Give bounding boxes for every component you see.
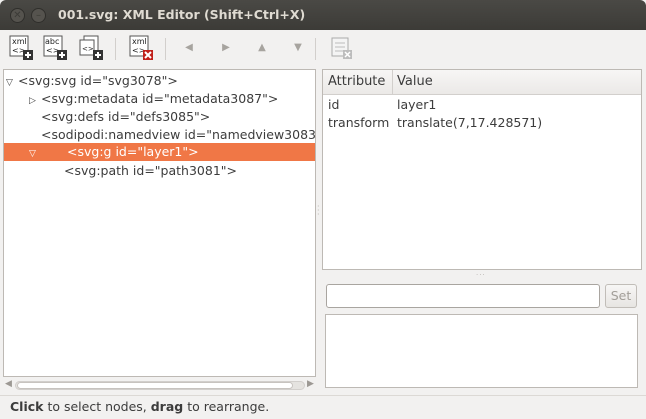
column-divider <box>392 70 393 94</box>
tree-node-label: <svg:defs id="defs3085"> <box>41 109 211 124</box>
new-element-node-icon: xml <> <box>9 35 33 60</box>
svg-text:xml: xml <box>12 37 27 46</box>
attribute-name: transform <box>328 115 390 130</box>
svg-text:<>: <> <box>82 45 94 53</box>
indent-arrow-icon[interactable]: ▶ <box>218 40 234 56</box>
attribute-value: layer1 <box>397 97 437 112</box>
attribute-name: id <box>328 97 340 112</box>
tree-node-metadata[interactable]: ▷ <svg:metadata id="metadata3087"> <box>29 90 278 108</box>
tree-node-svg[interactable]: ▽ <svg:svg id="svg3078"> <box>6 72 178 90</box>
window-title: 001.svg: XML Editor (Shift+Ctrl+X) <box>58 7 306 22</box>
scrollbar-track[interactable] <box>15 381 305 390</box>
duplicate-node-icon: <> <box>79 35 103 60</box>
attribute-value: translate(7,17.428571) <box>397 115 543 130</box>
toolbar: xml <> abc <> <> xml <> ◀ ▶ ▲ ▼ <box>0 30 646 68</box>
tree-node-path[interactable]: <svg:path id="path3081"> <box>64 162 237 180</box>
new-text-node-button[interactable]: abc <> <box>42 35 70 63</box>
scrollbar-thumb[interactable] <box>17 382 293 389</box>
tree-node-label: <svg:svg id="svg3078"> <box>18 73 178 88</box>
delete-attribute-icon <box>331 37 352 59</box>
new-element-node-button[interactable]: xml <> <box>8 35 36 63</box>
attribute-row[interactable]: id layer1 <box>323 96 641 114</box>
value-column-header[interactable]: Value <box>397 74 433 89</box>
expander-expanded-icon[interactable]: ▽ <box>6 74 18 92</box>
attributes-table[interactable]: Attribute Value id layer1 transform tran… <box>322 69 642 270</box>
xml-node-tree[interactable]: ▽ <svg:svg id="svg3078"> ▷ <svg:metadata i… <box>3 69 316 377</box>
scroll-left-icon[interactable]: ◀ <box>5 379 12 389</box>
attributes-table-header: Attribute Value <box>323 70 641 95</box>
tree-node-layer1[interactable]: ▽ <svg:g id="layer1"> <box>4 143 315 161</box>
toolbar-separator <box>315 38 316 60</box>
pane-resize-handle[interactable]: ··· <box>476 271 490 279</box>
scroll-right-icon[interactable]: ▶ <box>307 379 314 389</box>
tree-node-label: <svg:path id="path3081"> <box>64 163 238 178</box>
status-bar: Click to select nodes, drag to rearrange… <box>0 395 646 419</box>
delete-node-icon: xml <> <box>129 35 153 60</box>
attribute-value-textarea[interactable] <box>325 314 638 388</box>
close-window-icon[interactable]: ✕ <box>10 8 25 23</box>
attribute-row[interactable]: transform translate(7,17.428571) <box>323 114 641 132</box>
set-button[interactable]: Set <box>605 284 637 308</box>
tree-node-label: <svg:g id="layer1"> <box>67 144 199 159</box>
lower-arrow-icon[interactable]: ▼ <box>290 40 306 56</box>
tree-node-namedview[interactable]: <sodipodi:namedview id="namedview3083 <box>41 126 316 144</box>
tree-node-label: <svg:metadata id="metadata3087"> <box>41 91 279 106</box>
title-bar: ✕ – 001.svg: XML Editor (Shift+Ctrl+X) <box>0 0 646 30</box>
duplicate-node-button[interactable]: <> <box>78 35 106 63</box>
expander-collapsed-icon[interactable]: ▷ <box>29 92 41 110</box>
toolbar-separator <box>165 38 166 60</box>
tree-node-defs[interactable]: <svg:defs id="defs3085"> <box>41 108 210 126</box>
pane-resize-handle[interactable]: ··· <box>317 203 320 219</box>
toolbar-separator <box>115 38 116 60</box>
expander-expanded-icon[interactable]: ▽ <box>4 145 41 163</box>
tree-node-label: <sodipodi:namedview id="namedview3083 <box>41 127 316 142</box>
attribute-column-header[interactable]: Attribute <box>328 74 385 89</box>
raise-arrow-icon[interactable]: ▲ <box>254 40 270 56</box>
status-message: Click to select nodes, drag to rearrange… <box>10 399 270 414</box>
new-text-node-icon: abc <> <box>43 35 67 60</box>
delete-node-button[interactable]: xml <> <box>128 35 156 63</box>
unindent-arrow-icon[interactable]: ◀ <box>181 40 197 56</box>
delete-attribute-button[interactable] <box>328 35 356 63</box>
tree-horizontal-scrollbar[interactable]: ◀ ▶ <box>3 378 316 393</box>
svg-text:abc: abc <box>45 37 59 46</box>
attribute-name-input[interactable] <box>326 284 600 308</box>
svg-text:xml: xml <box>132 37 147 46</box>
minimize-window-icon[interactable]: – <box>31 8 46 23</box>
